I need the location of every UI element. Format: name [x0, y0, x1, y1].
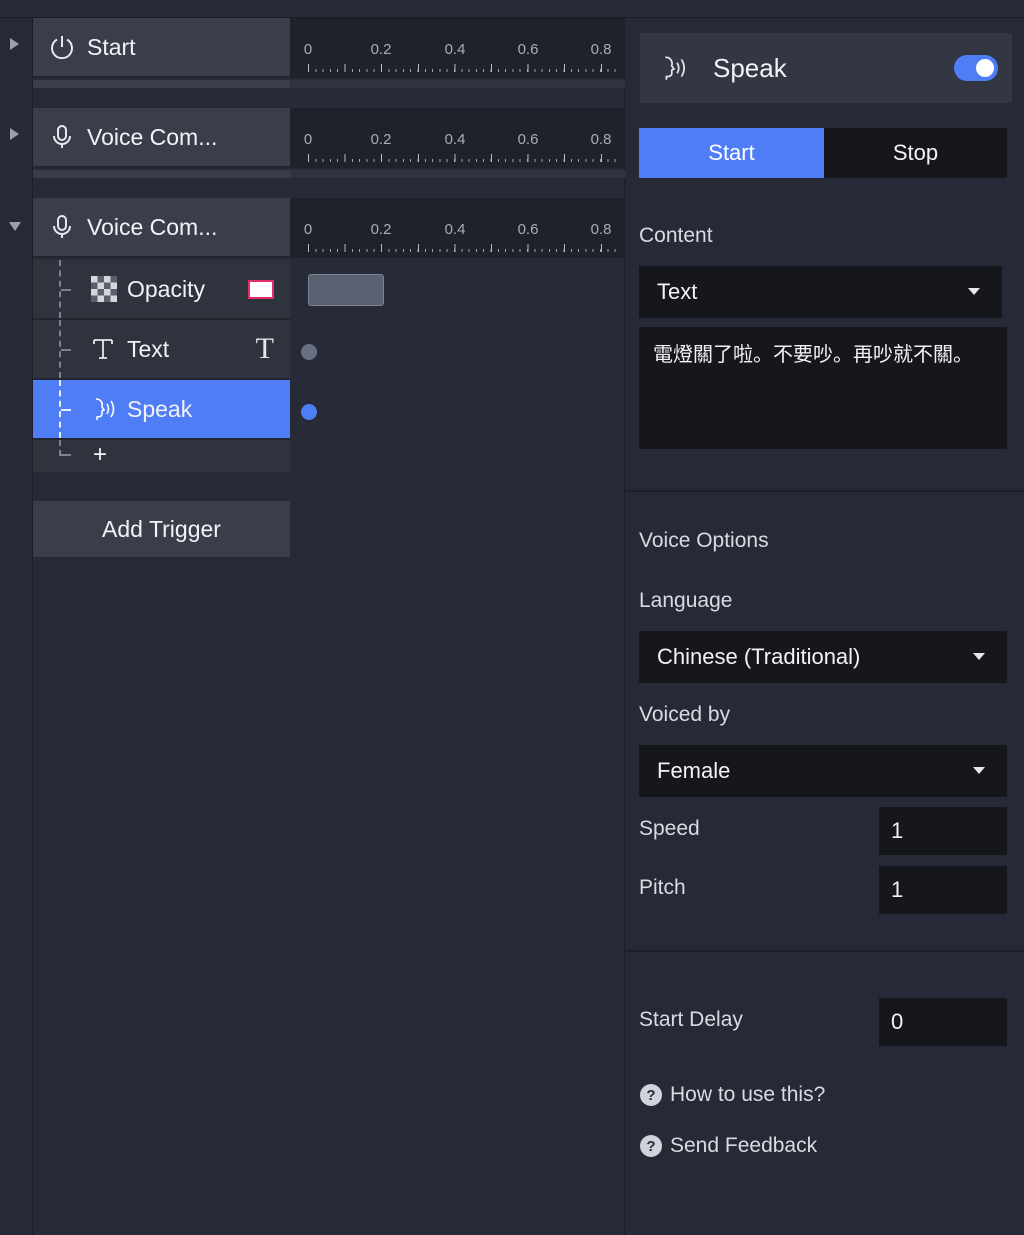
- time-ruler[interactable]: 0 0.2 0.4 0.6 0.8: [290, 198, 625, 258]
- ruler-tick: 0.6: [517, 131, 539, 148]
- ruler-tick: 0.4: [444, 131, 466, 148]
- action-header-title: Speak: [713, 52, 787, 83]
- ruler-tick: 0.4: [444, 221, 466, 238]
- pitch-label: Pitch: [639, 876, 686, 899]
- ruler-tick: 0.4: [444, 41, 466, 58]
- color-swatch-icon: [248, 279, 274, 299]
- action-text[interactable]: Text T: [33, 320, 290, 380]
- chevron-down-icon: [968, 288, 980, 295]
- add-action-button[interactable]: +: [93, 441, 107, 469]
- ruler-tick: 0: [303, 221, 313, 238]
- tree-connector: [59, 320, 73, 378]
- ruler-tick: 0.8: [590, 131, 612, 148]
- help-link-label: How to use this?: [670, 1083, 826, 1106]
- time-ruler[interactable]: 0 0.2 0.4 0.6 0.8: [290, 108, 625, 168]
- text-glyph-icon: T: [255, 332, 274, 365]
- feedback-link[interactable]: ? Send Feedback: [640, 1134, 817, 1158]
- pitch-input[interactable]: 1: [879, 866, 1007, 914]
- ruler-tick: 0.8: [590, 41, 612, 58]
- layer-separator: [33, 80, 290, 88]
- content-text-input[interactable]: 電燈關了啦。不要吵。再吵就不關。: [639, 327, 1007, 449]
- text-icon: [93, 339, 113, 359]
- properties-panel: Speak Start Stop Content Text 電燈關了啦。不要吵。…: [626, 18, 1024, 1235]
- power-icon: [51, 36, 73, 60]
- start-delay-input[interactable]: 0: [879, 998, 1007, 1046]
- ruler-scale: [308, 244, 621, 252]
- toggle-knob: [976, 59, 994, 77]
- action-opacity[interactable]: Opacity: [33, 260, 290, 320]
- help-link[interactable]: ? How to use this?: [640, 1083, 825, 1107]
- time-ruler[interactable]: 0 0.2 0.4 0.6 0.8: [290, 18, 625, 78]
- add-trigger-button[interactable]: Add Trigger: [33, 501, 290, 557]
- action-title: Speak: [127, 395, 193, 422]
- microphone-icon: [53, 125, 71, 148]
- ruler-tick: 0.2: [370, 41, 392, 58]
- content-type-select[interactable]: Text: [639, 266, 1002, 318]
- speak-keyframe-dot[interactable]: [301, 404, 317, 420]
- ruler-tick: 0.2: [370, 221, 392, 238]
- ruler-tick: 0.6: [517, 41, 539, 58]
- voiced-by-select[interactable]: Female: [639, 745, 1007, 797]
- question-icon: ?: [640, 1135, 662, 1157]
- speak-icon: [665, 56, 685, 80]
- trigger-voice-command-1[interactable]: Voice Com...: [33, 108, 290, 168]
- section-divider: [626, 950, 1024, 952]
- voice-options-heading: Voice Options: [639, 529, 769, 552]
- speak-icon: [95, 398, 115, 420]
- voiced-by-label: Voiced by: [639, 703, 731, 726]
- tree-connector: [59, 260, 73, 318]
- content-label: Content: [639, 224, 713, 247]
- action-title: Opacity: [127, 275, 205, 302]
- ruler-tick: 0.8: [590, 221, 612, 238]
- collapse-voice-command-2-caret-icon[interactable]: [9, 222, 21, 231]
- question-icon: ?: [640, 1084, 662, 1106]
- start-tab-button[interactable]: Start: [639, 128, 824, 178]
- chevron-down-icon: [973, 767, 985, 774]
- action-title: Text: [127, 335, 170, 362]
- voiced-by-value: Female: [657, 758, 731, 783]
- microphone-icon: [53, 215, 71, 238]
- ruler-scale: [308, 154, 621, 162]
- trigger-title: Voice Com...: [87, 123, 218, 150]
- speed-input[interactable]: 1: [879, 807, 1007, 855]
- section-divider: [626, 490, 1024, 492]
- checkerboard-icon: [91, 276, 117, 302]
- ruler-tick: 0: [303, 41, 313, 58]
- expand-gutter: [0, 18, 33, 1235]
- stop-tab-button[interactable]: Stop: [824, 128, 1007, 178]
- language-select[interactable]: Chinese (Traditional): [639, 631, 1007, 683]
- chevron-down-icon: [973, 653, 985, 660]
- expand-voice-command-1-caret-icon[interactable]: [10, 128, 19, 140]
- ruler-tick: 0.2: [370, 131, 392, 148]
- tree-connector: [59, 440, 71, 456]
- trigger-voice-command-2[interactable]: Voice Com...: [33, 198, 290, 258]
- ruler-scale: [308, 64, 621, 72]
- text-keyframe-dot[interactable]: [301, 344, 317, 360]
- top-bar: [0, 0, 1024, 18]
- ruler-tick: 0: [303, 131, 313, 148]
- trigger-title: Voice Com...: [87, 213, 218, 240]
- trigger-title: Start: [87, 33, 136, 60]
- tree-connector: [59, 380, 73, 438]
- timeline-panel: Start 0 0.2 0.4 0.6 0.8 Voice Com... 0 0…: [33, 18, 625, 1235]
- enable-toggle[interactable]: [954, 55, 998, 81]
- content-type-value: Text: [657, 279, 698, 304]
- layer-separator: [33, 170, 290, 178]
- feedback-link-label: Send Feedback: [670, 1134, 818, 1157]
- expand-start-caret-icon[interactable]: [10, 38, 19, 50]
- ruler-tick: 0.6: [517, 221, 539, 238]
- action-speak[interactable]: Speak: [33, 380, 290, 440]
- language-label: Language: [639, 589, 733, 612]
- start-delay-label: Start Delay: [639, 1008, 743, 1031]
- trigger-start[interactable]: Start: [33, 18, 290, 78]
- speed-label: Speed: [639, 817, 700, 840]
- action-header: Speak: [640, 33, 1012, 103]
- add-action-row: +: [33, 440, 290, 472]
- language-value: Chinese (Traditional): [657, 644, 861, 669]
- opacity-keyframe-bar[interactable]: [308, 274, 384, 306]
